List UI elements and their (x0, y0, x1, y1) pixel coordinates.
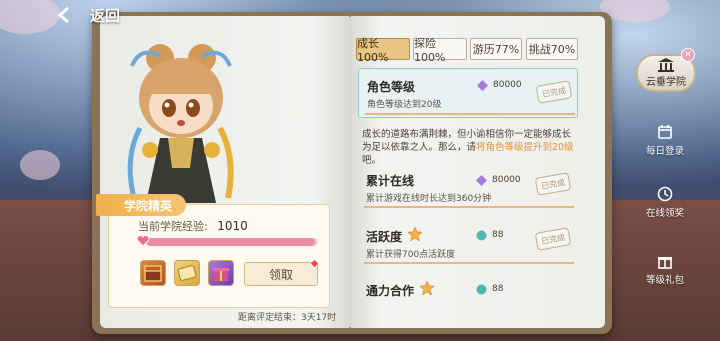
tab-challenge[interactable]: 挑战70% (526, 38, 578, 60)
tab-growth[interactable]: 成长100% (356, 37, 410, 64)
exp-value: 1010 (217, 219, 248, 233)
reward-gift-box-icon[interactable] (208, 260, 234, 286)
task-card-cooperation[interactable]: 通力合作 88 (358, 276, 578, 306)
task-card-level[interactable]: 角色等级 角色等级达到20级 80000 已完成 (358, 68, 578, 118)
completed-stamp: 已完成 (534, 172, 572, 196)
task-card-online[interactable]: 累计在线 累计游戏在线时长达到360分钟 80000 已完成 (358, 166, 578, 212)
back-button[interactable] (54, 4, 76, 26)
task-title: 活跃度 (366, 230, 403, 244)
tab-adventure[interactable]: 探险100% (413, 37, 467, 64)
ticket-icon (177, 264, 197, 282)
exp-progress-fill (146, 238, 315, 246)
rank-label: 学院精英 (124, 199, 173, 213)
star-icon (408, 227, 422, 241)
task-card-activity[interactable]: 活跃度 累计获得700点活跃度 88 已完成 (358, 222, 578, 268)
task-desc: 角色等级达到20级 (367, 100, 442, 110)
gift-icon (658, 257, 672, 269)
task-title: 累计在线 (366, 174, 415, 188)
chest-icon (144, 265, 162, 282)
badge-icon: ✕ (681, 48, 695, 62)
blossom-decoration (20, 150, 60, 180)
card-divider (364, 206, 574, 208)
heart-icon (136, 235, 150, 247)
sidebar-item-label: 每日登录 (645, 146, 684, 157)
calendar-icon (658, 125, 672, 139)
reward-golden-ticket-icon[interactable] (174, 260, 200, 286)
gift-box-icon (213, 268, 229, 281)
task-title: 通力合作 (366, 284, 415, 298)
task-reward: 88 (492, 284, 504, 294)
card-divider (365, 113, 575, 115)
exp-label: 当前学院经验: 1010 (138, 219, 248, 233)
star-icon (420, 281, 434, 295)
purple-gem-icon (476, 175, 487, 186)
rank-badge: 学院精英 (96, 194, 186, 216)
academy-building-icon (658, 58, 674, 72)
task-desc: 累计获得700点活跃度 (366, 250, 456, 260)
completed-stamp: 已完成 (535, 80, 573, 104)
clock-icon (657, 186, 673, 202)
sidebar-item-daily-login[interactable]: 每日登录 (630, 124, 700, 157)
reward-treasure-chest-icon[interactable] (140, 260, 166, 286)
task-reward: 80000 (492, 175, 521, 185)
sidebar-item-label: 等级礼包 (645, 275, 684, 286)
teal-gem-icon (476, 284, 487, 295)
purple-gem-icon (477, 80, 488, 91)
task-reward: 80000 (493, 80, 522, 90)
task-description: 成长的道路布满荆棘，但小谕相信你一定能够成长为足以依靠之人。那么，请将角色等级提… (362, 129, 574, 166)
claim-button[interactable]: 领取 (244, 262, 318, 286)
task-title: 角色等级 (367, 80, 416, 94)
academy-label: 云垂学院 (646, 77, 686, 88)
back-arrow-icon (57, 6, 69, 24)
card-divider (364, 262, 574, 264)
sidebar-item-online-reward[interactable]: 在线领奖 (630, 186, 700, 219)
description-highlight: 将角色等级提升到20级 (476, 142, 574, 153)
evaluation-timer: 距离评定结束：3天17时 (238, 313, 337, 323)
task-desc: 累计游戏在线时长达到360分钟 (366, 194, 492, 204)
completed-stamp: 已完成 (534, 227, 572, 251)
teal-gem-icon (476, 230, 487, 241)
back-label[interactable]: 返回 (90, 5, 120, 26)
sidebar-item-level-gift[interactable]: 等级礼包 (630, 253, 700, 286)
sidebar-item-label: 在线领奖 (645, 208, 684, 219)
tab-travel[interactable]: 游历77% (470, 38, 522, 60)
exp-progress-bar (146, 238, 318, 246)
task-reward: 88 (492, 230, 504, 240)
character-portrait (127, 44, 234, 203)
